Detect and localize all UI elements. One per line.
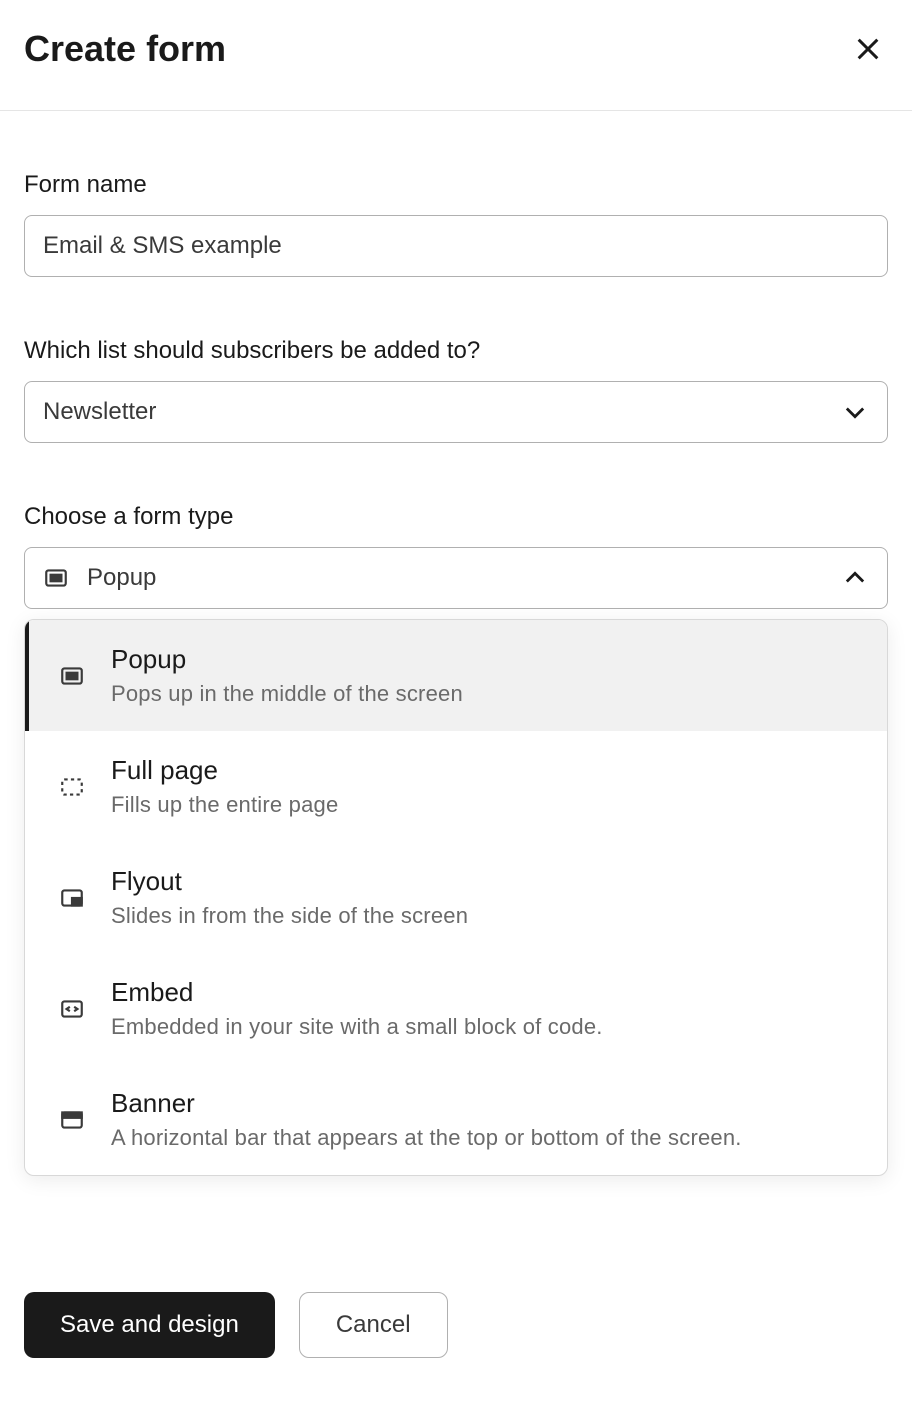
form-type-select-value: Popup [87,564,156,592]
embed-icon [59,996,85,1022]
option-desc: Pops up in the middle of the screen [111,681,463,707]
option-text: Embed Embedded in your site with a small… [111,977,603,1040]
form-type-select[interactable]: Popup [24,547,888,609]
popup-icon [59,663,85,689]
form-name-label: Form name [24,171,888,199]
form-type-select-left: Popup [43,564,156,592]
popup-icon [43,565,69,591]
option-desc: Embedded in your site with a small block… [111,1014,603,1040]
form-type-option-fullpage[interactable]: Full page Fills up the entire page [25,731,887,842]
save-and-design-button[interactable]: Save and design [24,1292,275,1358]
form-type-option-embed[interactable]: Embed Embedded in your site with a small… [25,953,887,1064]
form-type-select-wrapper: Popup Popup Pops up in the middle of the… [24,547,888,609]
option-text: Popup Pops up in the middle of the scree… [111,644,463,707]
option-title: Full page [111,755,338,786]
option-title: Banner [111,1088,742,1119]
close-icon [852,33,884,65]
form-type-group: Choose a form type Popup [24,503,888,609]
option-title: Flyout [111,866,468,897]
list-select-value: Newsletter [43,398,156,426]
option-desc: A horizontal bar that appears at the top… [111,1125,742,1151]
option-text: Banner A horizontal bar that appears at … [111,1088,742,1151]
option-title: Popup [111,644,463,675]
chevron-up-icon [841,564,869,592]
form-type-dropdown: Popup Pops up in the middle of the scree… [24,619,888,1176]
option-text: Full page Fills up the entire page [111,755,338,818]
list-select-wrapper: Newsletter [24,381,888,443]
modal-content: Form name Which list should subscribers … [0,111,912,643]
form-type-option-banner[interactable]: Banner A horizontal bar that appears at … [25,1064,887,1175]
chevron-down-icon [841,398,869,426]
option-desc: Fills up the entire page [111,792,338,818]
close-button[interactable] [848,29,888,69]
flyout-icon [59,885,85,911]
modal-header: Create form [0,0,912,111]
modal-footer: Save and design Cancel [0,1260,912,1408]
list-select-group: Which list should subscribers be added t… [24,337,888,443]
list-select-label: Which list should subscribers be added t… [24,337,888,365]
cancel-button[interactable]: Cancel [299,1292,448,1358]
form-name-group: Form name [24,171,888,277]
list-select[interactable]: Newsletter [24,381,888,443]
modal-title: Create form [24,28,226,70]
option-title: Embed [111,977,603,1008]
form-type-label: Choose a form type [24,503,888,531]
fullpage-icon [59,774,85,800]
form-type-option-flyout[interactable]: Flyout Slides in from the side of the sc… [25,842,887,953]
option-desc: Slides in from the side of the screen [111,903,468,929]
option-text: Flyout Slides in from the side of the sc… [111,866,468,929]
form-type-option-popup[interactable]: Popup Pops up in the middle of the scree… [25,620,887,731]
form-name-input[interactable] [24,215,888,277]
banner-icon [59,1107,85,1133]
